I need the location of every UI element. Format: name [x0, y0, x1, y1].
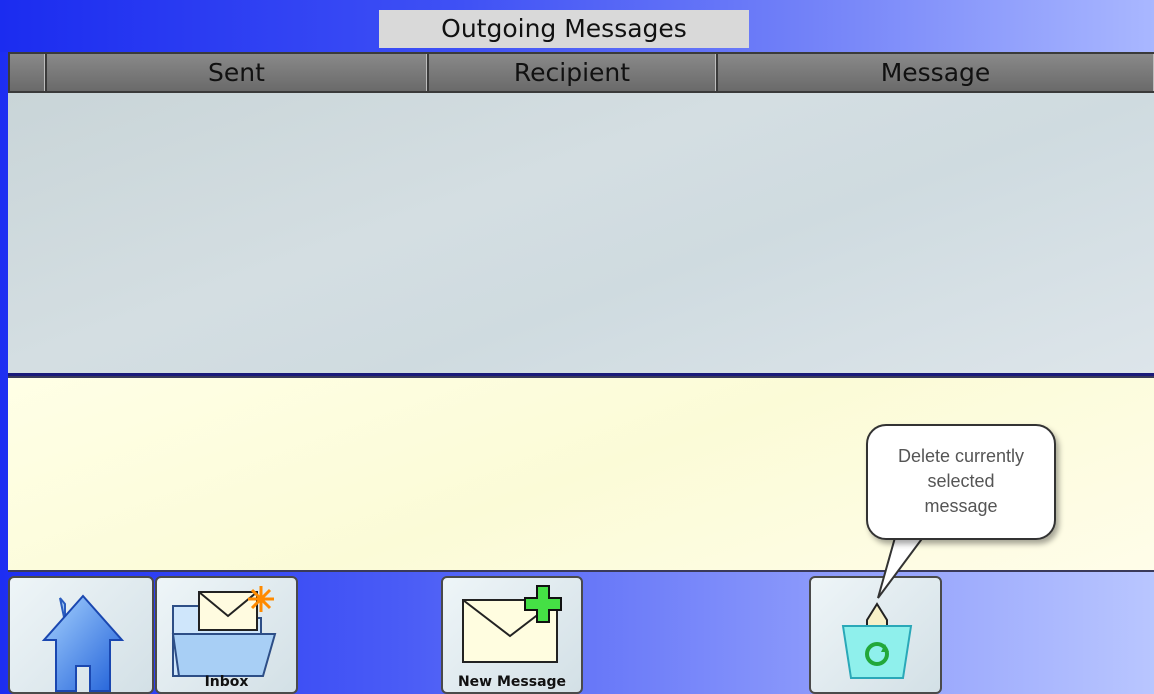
tooltip-line-1: Delete currently: [897, 446, 1025, 466]
tooltip-line-2: selected: [927, 471, 995, 491]
callout-tail: [877, 532, 926, 599]
tooltip-line-3: message: [924, 496, 998, 516]
delete-tooltip: Delete currently selected message: [866, 424, 1056, 540]
